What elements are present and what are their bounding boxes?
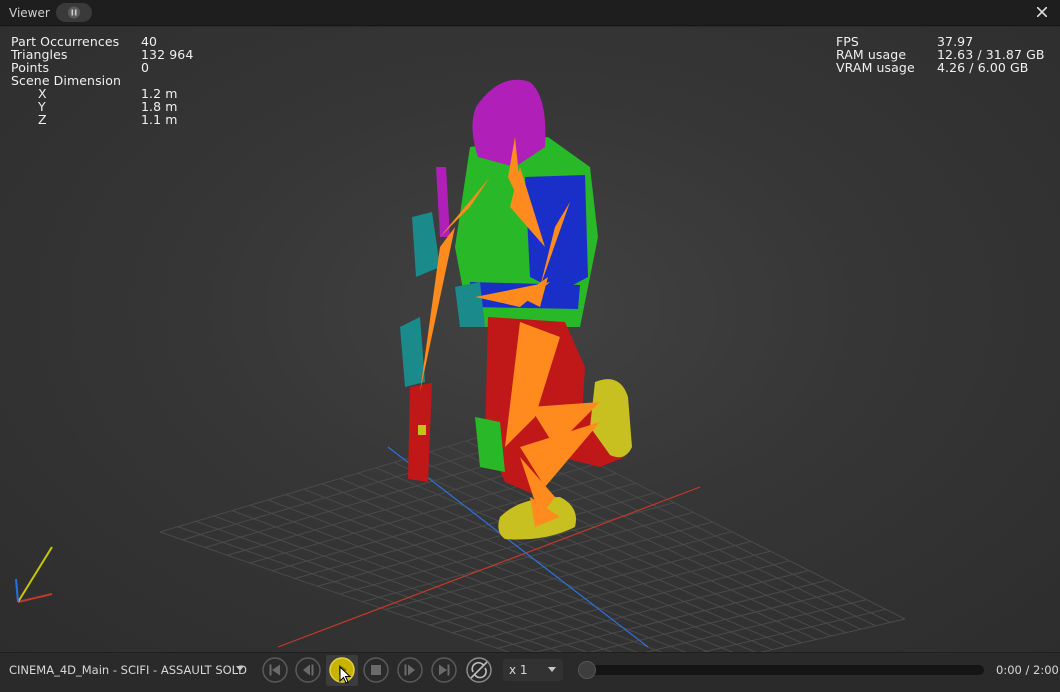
window-title: Viewer <box>9 6 50 20</box>
skip-to-end-icon <box>431 657 457 683</box>
grid-line <box>759 618 906 652</box>
skip-to-end-button[interactable] <box>430 656 458 684</box>
stop-icon <box>363 657 389 683</box>
playback-bar: CINEMA_4D_Main - SCIFI - ASSAULT SOLD x … <box>0 652 1060 692</box>
pause-button[interactable] <box>56 3 92 22</box>
chevron-down-icon <box>548 667 556 672</box>
speed-value: x 1 <box>509 663 528 677</box>
grid-line <box>249 504 638 652</box>
grid-line <box>267 499 663 652</box>
axis-gizmo <box>15 546 53 603</box>
character-model <box>400 79 632 540</box>
skip-to-start-button[interactable] <box>261 656 289 684</box>
3d-viewport[interactable]: Part Occurrences 40 Triangles 132 964 Po… <box>0 27 1060 652</box>
stop-button[interactable] <box>362 656 390 684</box>
loop-off-icon <box>466 657 492 683</box>
chevron-down-icon <box>236 666 244 671</box>
timeline-handle[interactable] <box>578 661 596 679</box>
stat-label: VRAM usage <box>836 60 915 75</box>
timeline-slider[interactable] <box>578 661 984 679</box>
stat-row: Z 1.1 m <box>11 113 193 126</box>
grid-line <box>534 579 829 652</box>
stat-label: Y <box>38 99 46 114</box>
stat-row: VRAM usage 4.26 / 6.00 GB <box>836 61 1045 74</box>
pause-icon <box>68 6 80 19</box>
step-back-button[interactable] <box>294 656 322 684</box>
mouse-cursor-icon <box>339 666 351 684</box>
time-readout: 0:00 / 2:00 <box>996 663 1059 677</box>
performance-stats: FPS 37.97 RAM usage 12.63 / 31.87 GB VRA… <box>836 35 1045 74</box>
stat-label: Scene Dimension <box>11 73 122 88</box>
stat-value: 4.26 / 6.00 GB <box>937 60 1029 75</box>
title-bar: Viewer <box>0 0 1060 26</box>
stat-label: Z <box>38 112 47 127</box>
close-button[interactable] <box>1032 2 1052 22</box>
loop-toggle-button[interactable] <box>465 656 493 684</box>
step-back-icon <box>295 657 321 683</box>
scene-stats: Part Occurrences 40 Triangles 132 964 Po… <box>11 35 193 126</box>
speed-select[interactable]: x 1 <box>503 659 563 681</box>
close-icon <box>1037 7 1047 17</box>
stat-value: 1.1 m <box>141 112 178 127</box>
stat-label: X <box>38 86 47 101</box>
step-forward-button[interactable] <box>396 656 424 684</box>
stat-value: 0 <box>141 60 150 75</box>
animation-name: CINEMA_4D_Main - SCIFI - ASSAULT SOLD <box>9 663 247 677</box>
grid-line <box>159 531 510 652</box>
skip-to-start-icon <box>262 657 288 683</box>
step-forward-icon <box>397 657 423 683</box>
animation-select[interactable]: CINEMA_4D_Main - SCIFI - ASSAULT SOLD <box>6 660 250 680</box>
